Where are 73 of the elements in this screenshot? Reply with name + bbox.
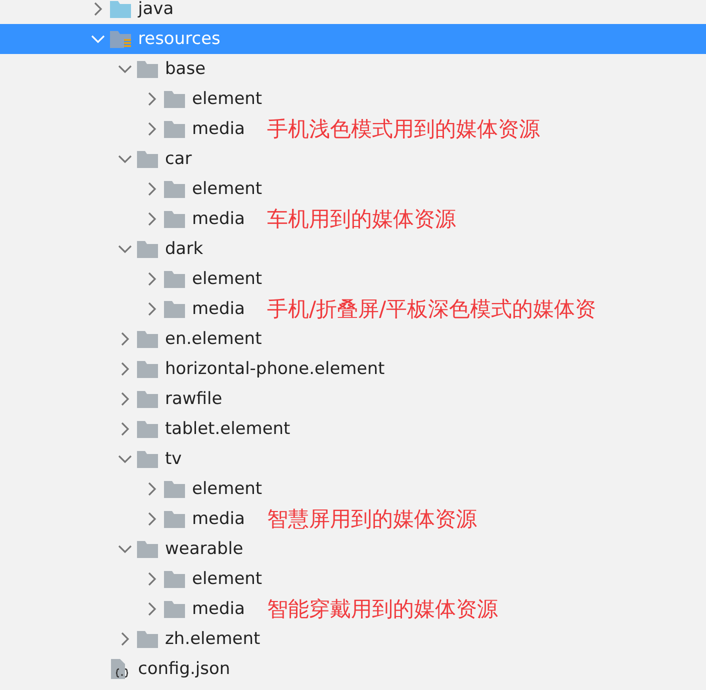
item-label: tv (165, 449, 182, 469)
item-label: wearable (165, 539, 244, 559)
item-label: media (192, 209, 245, 229)
item-label: java (138, 0, 174, 19)
tree-row[interactable]: element (0, 474, 706, 504)
folder-icon (164, 180, 185, 198)
folder-icon (137, 330, 158, 348)
folder-icon (164, 270, 185, 288)
item-label: en.element (165, 329, 262, 349)
item-label: zh.element (165, 629, 260, 649)
folder-icon (164, 570, 185, 588)
item-label: element (192, 179, 262, 199)
folder-icon (137, 360, 158, 378)
annotation: 手机/折叠屏/平板深色模式的媒体资 (266, 296, 596, 323)
item-label: horizontal-phone.element (165, 359, 385, 379)
annotation: 手机浅色模式用到的媒体资源 (266, 116, 540, 143)
folder-icon (110, 0, 131, 18)
tree-row[interactable]: horizontal-phone.element (0, 354, 706, 384)
item-label: element (192, 269, 262, 289)
item-label: media (192, 599, 245, 619)
item-label: element (192, 89, 262, 109)
tree-row[interactable]: en.element (0, 324, 706, 354)
annotation: 智能穿戴用到的媒体资源 (266, 596, 498, 623)
item-label: tablet.element (165, 419, 290, 439)
tree-row[interactable]: zh.element (0, 624, 706, 654)
item-label: base (165, 59, 206, 79)
tree-row[interactable]: car (0, 144, 706, 174)
folder-icon (137, 150, 158, 168)
item-label: media (192, 509, 245, 529)
annotation: 智慧屏用到的媒体资源 (266, 506, 477, 533)
folder-icon (137, 630, 158, 648)
tree-row[interactable]: rawfile (0, 384, 706, 414)
folder-icon (137, 390, 158, 408)
tree-row[interactable]: element (0, 84, 706, 114)
tree-row[interactable]: java (0, 0, 706, 24)
folder-icon (137, 240, 158, 258)
item-label: resources (138, 29, 220, 49)
tree-row[interactable]: base (0, 54, 706, 84)
item-label: media (192, 299, 245, 319)
folder-icon (164, 210, 185, 228)
item-label: car (165, 149, 192, 169)
folder-icon (137, 450, 158, 468)
item-label: rawfile (165, 389, 222, 409)
folder-icon (164, 300, 185, 318)
tree-row[interactable]: wearable (0, 534, 706, 564)
resource-folder-icon (110, 30, 131, 48)
tree-row[interactable]: media 车机用到的媒体资源 (0, 204, 706, 234)
tree-row[interactable]: element (0, 174, 706, 204)
tree-row[interactable]: media 智慧屏用到的媒体资源 (0, 504, 706, 534)
item-label: config.json (138, 659, 230, 679)
json-file-icon (110, 659, 131, 679)
tree-row[interactable]: dark (0, 234, 706, 264)
tree-row[interactable]: element (0, 264, 706, 294)
folder-icon (137, 420, 158, 438)
item-label: element (192, 569, 262, 589)
tree-row[interactable]: media 手机浅色模式用到的媒体资源 (0, 114, 706, 144)
item-label: element (192, 479, 262, 499)
tree-row[interactable]: tv (0, 444, 706, 474)
item-label: dark (165, 239, 204, 259)
annotation: 车机用到的媒体资源 (266, 206, 456, 233)
folder-icon (164, 120, 185, 138)
folder-icon (137, 60, 158, 78)
folder-icon (164, 480, 185, 498)
tree-row[interactable]: tablet.element (0, 414, 706, 444)
item-label: media (192, 119, 245, 139)
folder-icon (164, 510, 185, 528)
folder-icon (164, 600, 185, 618)
tree-row[interactable]: config.json (0, 654, 706, 684)
folder-icon (164, 90, 185, 108)
folder-icon (137, 540, 158, 558)
tree-row[interactable]: media 手机/折叠屏/平板深色模式的媒体资 (0, 294, 706, 324)
tree-row[interactable]: element (0, 564, 706, 594)
tree-row[interactable]: media 智能穿戴用到的媒体资源 (0, 594, 706, 624)
